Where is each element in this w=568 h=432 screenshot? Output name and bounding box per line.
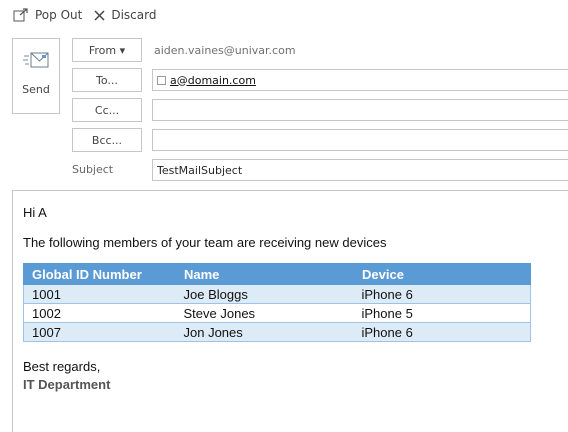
recipient-address: a@domain.com [170, 73, 256, 87]
popout-label: Pop Out [35, 8, 83, 22]
toolbar: Pop Out Discard [0, 0, 568, 30]
to-button[interactable]: To... [72, 68, 142, 92]
popout-icon [13, 8, 29, 22]
discard-label: Discard [111, 8, 157, 22]
table-cell: Jon Jones [175, 322, 354, 342]
subject-label: Subject [72, 163, 114, 176]
intro-text: The following members of your team are r… [23, 235, 387, 250]
column-header: Name [175, 263, 354, 285]
envelope-send-icon [23, 51, 49, 73]
table-cell: 1002 [23, 303, 176, 323]
cc-label: Cc... [94, 103, 120, 117]
from-address: aiden.vaines@univar.com [154, 44, 296, 57]
recipient-chip[interactable]: a@domain.com [157, 74, 256, 87]
cc-field[interactable] [152, 99, 568, 121]
table-cell: 1007 [23, 322, 176, 342]
message-body[interactable]: Hi A The following members of your team … [12, 190, 568, 432]
to-label: To... [96, 73, 118, 87]
recipient-checkbox [157, 75, 166, 85]
cc-button[interactable]: Cc... [72, 98, 142, 122]
bcc-field[interactable] [152, 129, 568, 151]
send-label: Send [22, 83, 50, 96]
table-header-row: Global ID Number Name Device [23, 263, 531, 285]
devices-table: Global ID Number Name Device 1001 Joe Bl… [23, 263, 531, 342]
table-cell: 1001 [23, 284, 176, 304]
column-header: Global ID Number [23, 263, 176, 285]
table-cell: Steve Jones [175, 303, 354, 323]
table-cell: iPhone 6 [353, 284, 531, 304]
column-header: Device [353, 263, 531, 285]
compose-header: Send From ▾ aiden.vaines@univar.com To..… [0, 30, 568, 190]
from-label: From ▾ [88, 43, 126, 57]
closing-text: Best regards, [23, 359, 101, 374]
table-row: 1001 Joe Bloggs iPhone 6 [23, 284, 531, 304]
discard-button[interactable]: Discard [94, 8, 156, 22]
table-row: 1002 Steve Jones iPhone 5 [23, 303, 531, 323]
table-cell: iPhone 5 [353, 303, 531, 323]
table-cell: iPhone 6 [353, 322, 531, 342]
bcc-label: Bcc... [91, 133, 123, 147]
table-cell: Joe Bloggs [175, 284, 354, 304]
from-button[interactable]: From ▾ [72, 38, 142, 62]
bcc-button[interactable]: Bcc... [72, 128, 142, 152]
signature-text: IT Department [23, 377, 111, 392]
close-icon [94, 9, 105, 21]
table-row: 1007 Jon Jones iPhone 6 [23, 322, 531, 342]
send-button[interactable]: Send [12, 38, 60, 114]
to-field[interactable]: a@domain.com [152, 69, 568, 91]
greeting: Hi A [23, 205, 47, 220]
subject-field[interactable]: TestMailSubject [152, 159, 568, 181]
popout-button[interactable]: Pop Out [13, 8, 82, 22]
